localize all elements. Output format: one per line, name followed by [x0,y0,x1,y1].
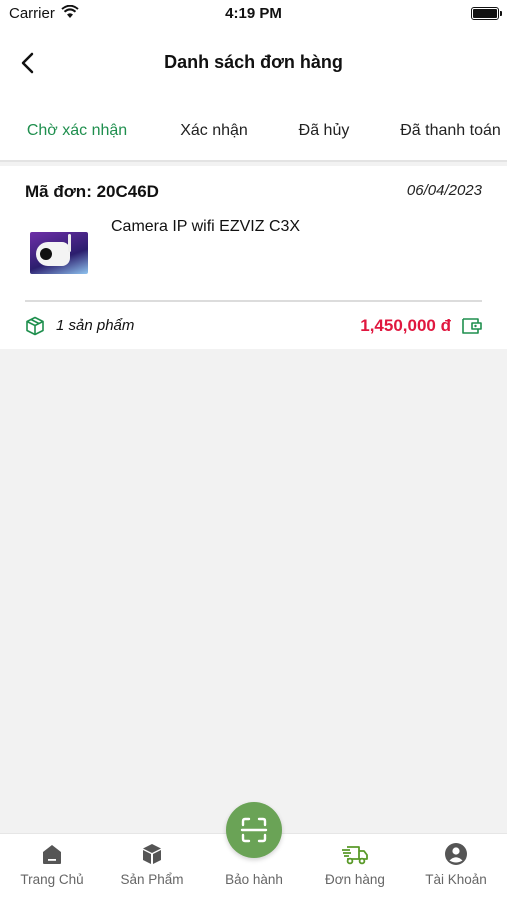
product-image [30,232,88,274]
order-status-tabs: Chờ xác nhận Xác nhận Đã hủy Đã thanh to… [0,98,507,162]
clock-time: 4:19 PM [225,5,282,22]
nav-products[interactable]: Sản Phẩm [102,834,202,900]
tab-confirmed[interactable]: Xác nhận [164,98,264,160]
divider [25,300,482,302]
nav-orders[interactable]: Đơn hàng [305,834,405,900]
nav-account[interactable]: Tài Khoản [406,834,506,900]
scan-icon [240,817,268,843]
tab-pending[interactable]: Chờ xác nhận [0,98,154,160]
item-count: 1 sản phẩm [56,317,135,334]
tab-cancelled[interactable]: Đã hủy [284,98,364,160]
delivery-truck-icon [342,846,368,865]
order-code: Mã đơn: 20C46D [25,182,159,201]
battery-icon [471,7,502,20]
order-total: 1,450,000 đ [360,316,451,335]
box-icon [143,844,161,864]
nav-home[interactable]: Trang Chủ [2,834,102,900]
nav-home-label: Trang Chủ [20,872,84,887]
page-title: Danh sách đơn hàng [164,52,343,72]
tab-paid[interactable]: Đã thanh toán [388,98,507,160]
order-date: 06/04/2023 [406,182,482,199]
order-card[interactable]: Mã đơn: 20C46D 06/04/2023 Camera IP wifi… [0,166,507,349]
nav-products-label: Sản Phẩm [120,872,184,887]
home-icon [43,845,61,864]
package-icon [26,316,44,336]
wallet-icon [462,318,482,334]
app-header: Danh sách đơn hàng [0,28,507,98]
scan-button[interactable] [226,802,282,858]
nav-orders-label: Đơn hàng [325,872,385,887]
product-name: Camera IP wifi EZVIZ C3X [111,218,301,235]
status-bar: Carrier 4:19 PM [0,0,507,28]
nav-warranty-label: Bảo hành [225,872,283,887]
nav-account-label: Tài Khoản [425,872,487,887]
user-icon [445,843,467,865]
